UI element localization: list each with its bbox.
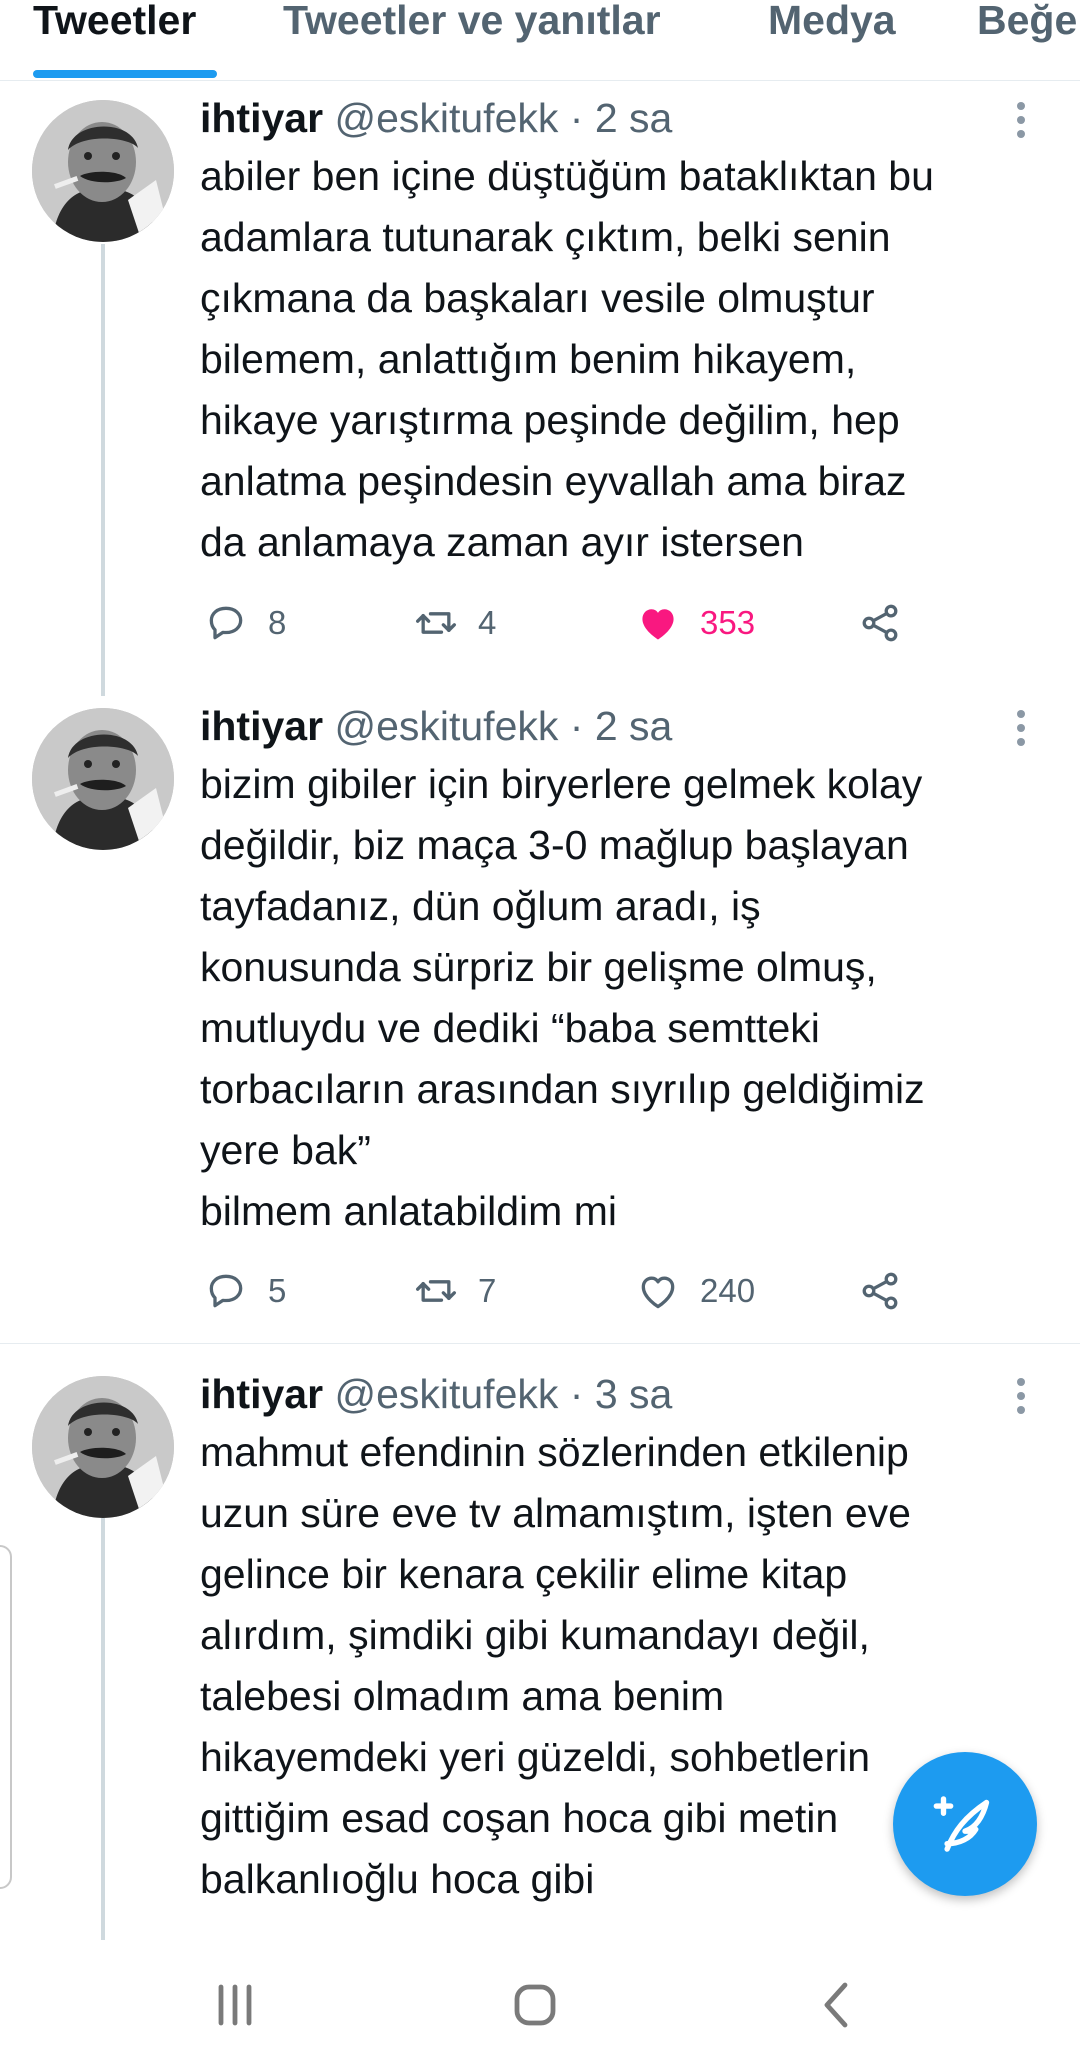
separator: · bbox=[569, 703, 584, 749]
tweet-actions: 8 4 353 bbox=[200, 598, 940, 648]
home-button[interactable] bbox=[500, 1970, 570, 2040]
tweet-time[interactable]: 3 sa bbox=[595, 1371, 673, 1417]
more-vertical-icon[interactable] bbox=[1017, 1378, 1027, 1420]
reply-button[interactable]: 8 bbox=[204, 598, 286, 648]
home-icon bbox=[514, 1984, 556, 2026]
tweet-header: ihtiyar @eskitufekk · 2 sa bbox=[200, 94, 672, 142]
tweet-actions: 5 7 240 bbox=[200, 1266, 940, 1316]
author-name[interactable]: ihtiyar bbox=[200, 95, 323, 141]
back-icon bbox=[824, 1982, 848, 2028]
author-handle[interactable]: @eskitufekk bbox=[334, 703, 558, 749]
more-vertical-icon[interactable] bbox=[1017, 710, 1027, 752]
share-button[interactable] bbox=[858, 598, 902, 648]
reply-icon bbox=[209, 1274, 243, 1308]
tweet-header: ihtiyar @eskitufekk · 3 sa bbox=[200, 1370, 672, 1418]
thread-connector-line bbox=[101, 1518, 105, 1998]
thread-connector-line bbox=[101, 244, 105, 696]
back-button[interactable] bbox=[802, 1970, 872, 2040]
separator: · bbox=[569, 1371, 584, 1417]
retweet-count: 7 bbox=[478, 1272, 497, 1309]
tweet-text: bizim gibiler için biryerlere gelmek kol… bbox=[200, 761, 925, 1234]
avatar[interactable] bbox=[32, 1376, 174, 1518]
recent-apps-icon bbox=[218, 1984, 252, 2026]
reply-icon bbox=[209, 606, 243, 640]
compose-tweet-icon bbox=[933, 1796, 990, 1852]
system-navigation-bar bbox=[0, 1940, 1080, 2065]
share-icon bbox=[862, 1272, 898, 1310]
avatar[interactable] bbox=[32, 708, 174, 850]
side-panel-handle[interactable] bbox=[0, 1545, 12, 1889]
like-count: 353 bbox=[700, 604, 756, 641]
tab-likes[interactable]: Beğe bbox=[977, 0, 1077, 41]
heart-icon bbox=[641, 1276, 675, 1309]
retweet-icon bbox=[416, 1280, 456, 1302]
reply-count: 8 bbox=[268, 604, 287, 641]
retweet-count: 4 bbox=[478, 604, 497, 641]
recent-apps-button[interactable] bbox=[200, 1970, 270, 2040]
tweet-time[interactable]: 2 sa bbox=[595, 703, 673, 749]
reply-button[interactable]: 5 bbox=[204, 1266, 286, 1316]
active-tab-indicator bbox=[33, 70, 217, 78]
share-icon bbox=[862, 604, 898, 642]
tab-tweets[interactable]: Tweetler bbox=[33, 0, 196, 41]
retweet-button[interactable]: 4 bbox=[414, 598, 496, 648]
retweet-button[interactable]: 7 bbox=[414, 1266, 496, 1316]
retweet-icon bbox=[416, 612, 456, 634]
author-handle[interactable]: @eskitufekk bbox=[334, 95, 558, 141]
author-handle[interactable]: @eskitufekk bbox=[334, 1371, 558, 1417]
tab-media[interactable]: Medya bbox=[768, 0, 896, 41]
compose-tweet-button[interactable] bbox=[893, 1752, 1037, 1896]
tweet-divider bbox=[0, 1343, 1080, 1344]
tweet-text: abiler ben içine düştüğüm bataklıktan bu… bbox=[200, 153, 934, 565]
heart-icon bbox=[642, 609, 674, 640]
like-count: 240 bbox=[700, 1272, 756, 1309]
author-name[interactable]: ihtiyar bbox=[200, 1371, 323, 1417]
more-vertical-icon[interactable] bbox=[1017, 102, 1027, 144]
tweet-header: ihtiyar @eskitufekk · 2 sa bbox=[200, 702, 672, 750]
reply-count: 5 bbox=[268, 1272, 287, 1309]
like-button[interactable]: 240 bbox=[636, 1266, 755, 1316]
tweet-time[interactable]: 2 sa bbox=[595, 95, 673, 141]
share-button[interactable] bbox=[858, 1266, 902, 1316]
profile-tab-bar: Tweetler Tweetler ve yanıtlar Medya Beğe bbox=[0, 0, 1080, 81]
avatar[interactable] bbox=[32, 100, 174, 242]
separator: · bbox=[569, 95, 584, 141]
like-button[interactable]: 353 bbox=[636, 598, 755, 648]
author-name[interactable]: ihtiyar bbox=[200, 703, 323, 749]
tab-tweets-and-replies[interactable]: Tweetler ve yanıtlar bbox=[283, 0, 661, 41]
